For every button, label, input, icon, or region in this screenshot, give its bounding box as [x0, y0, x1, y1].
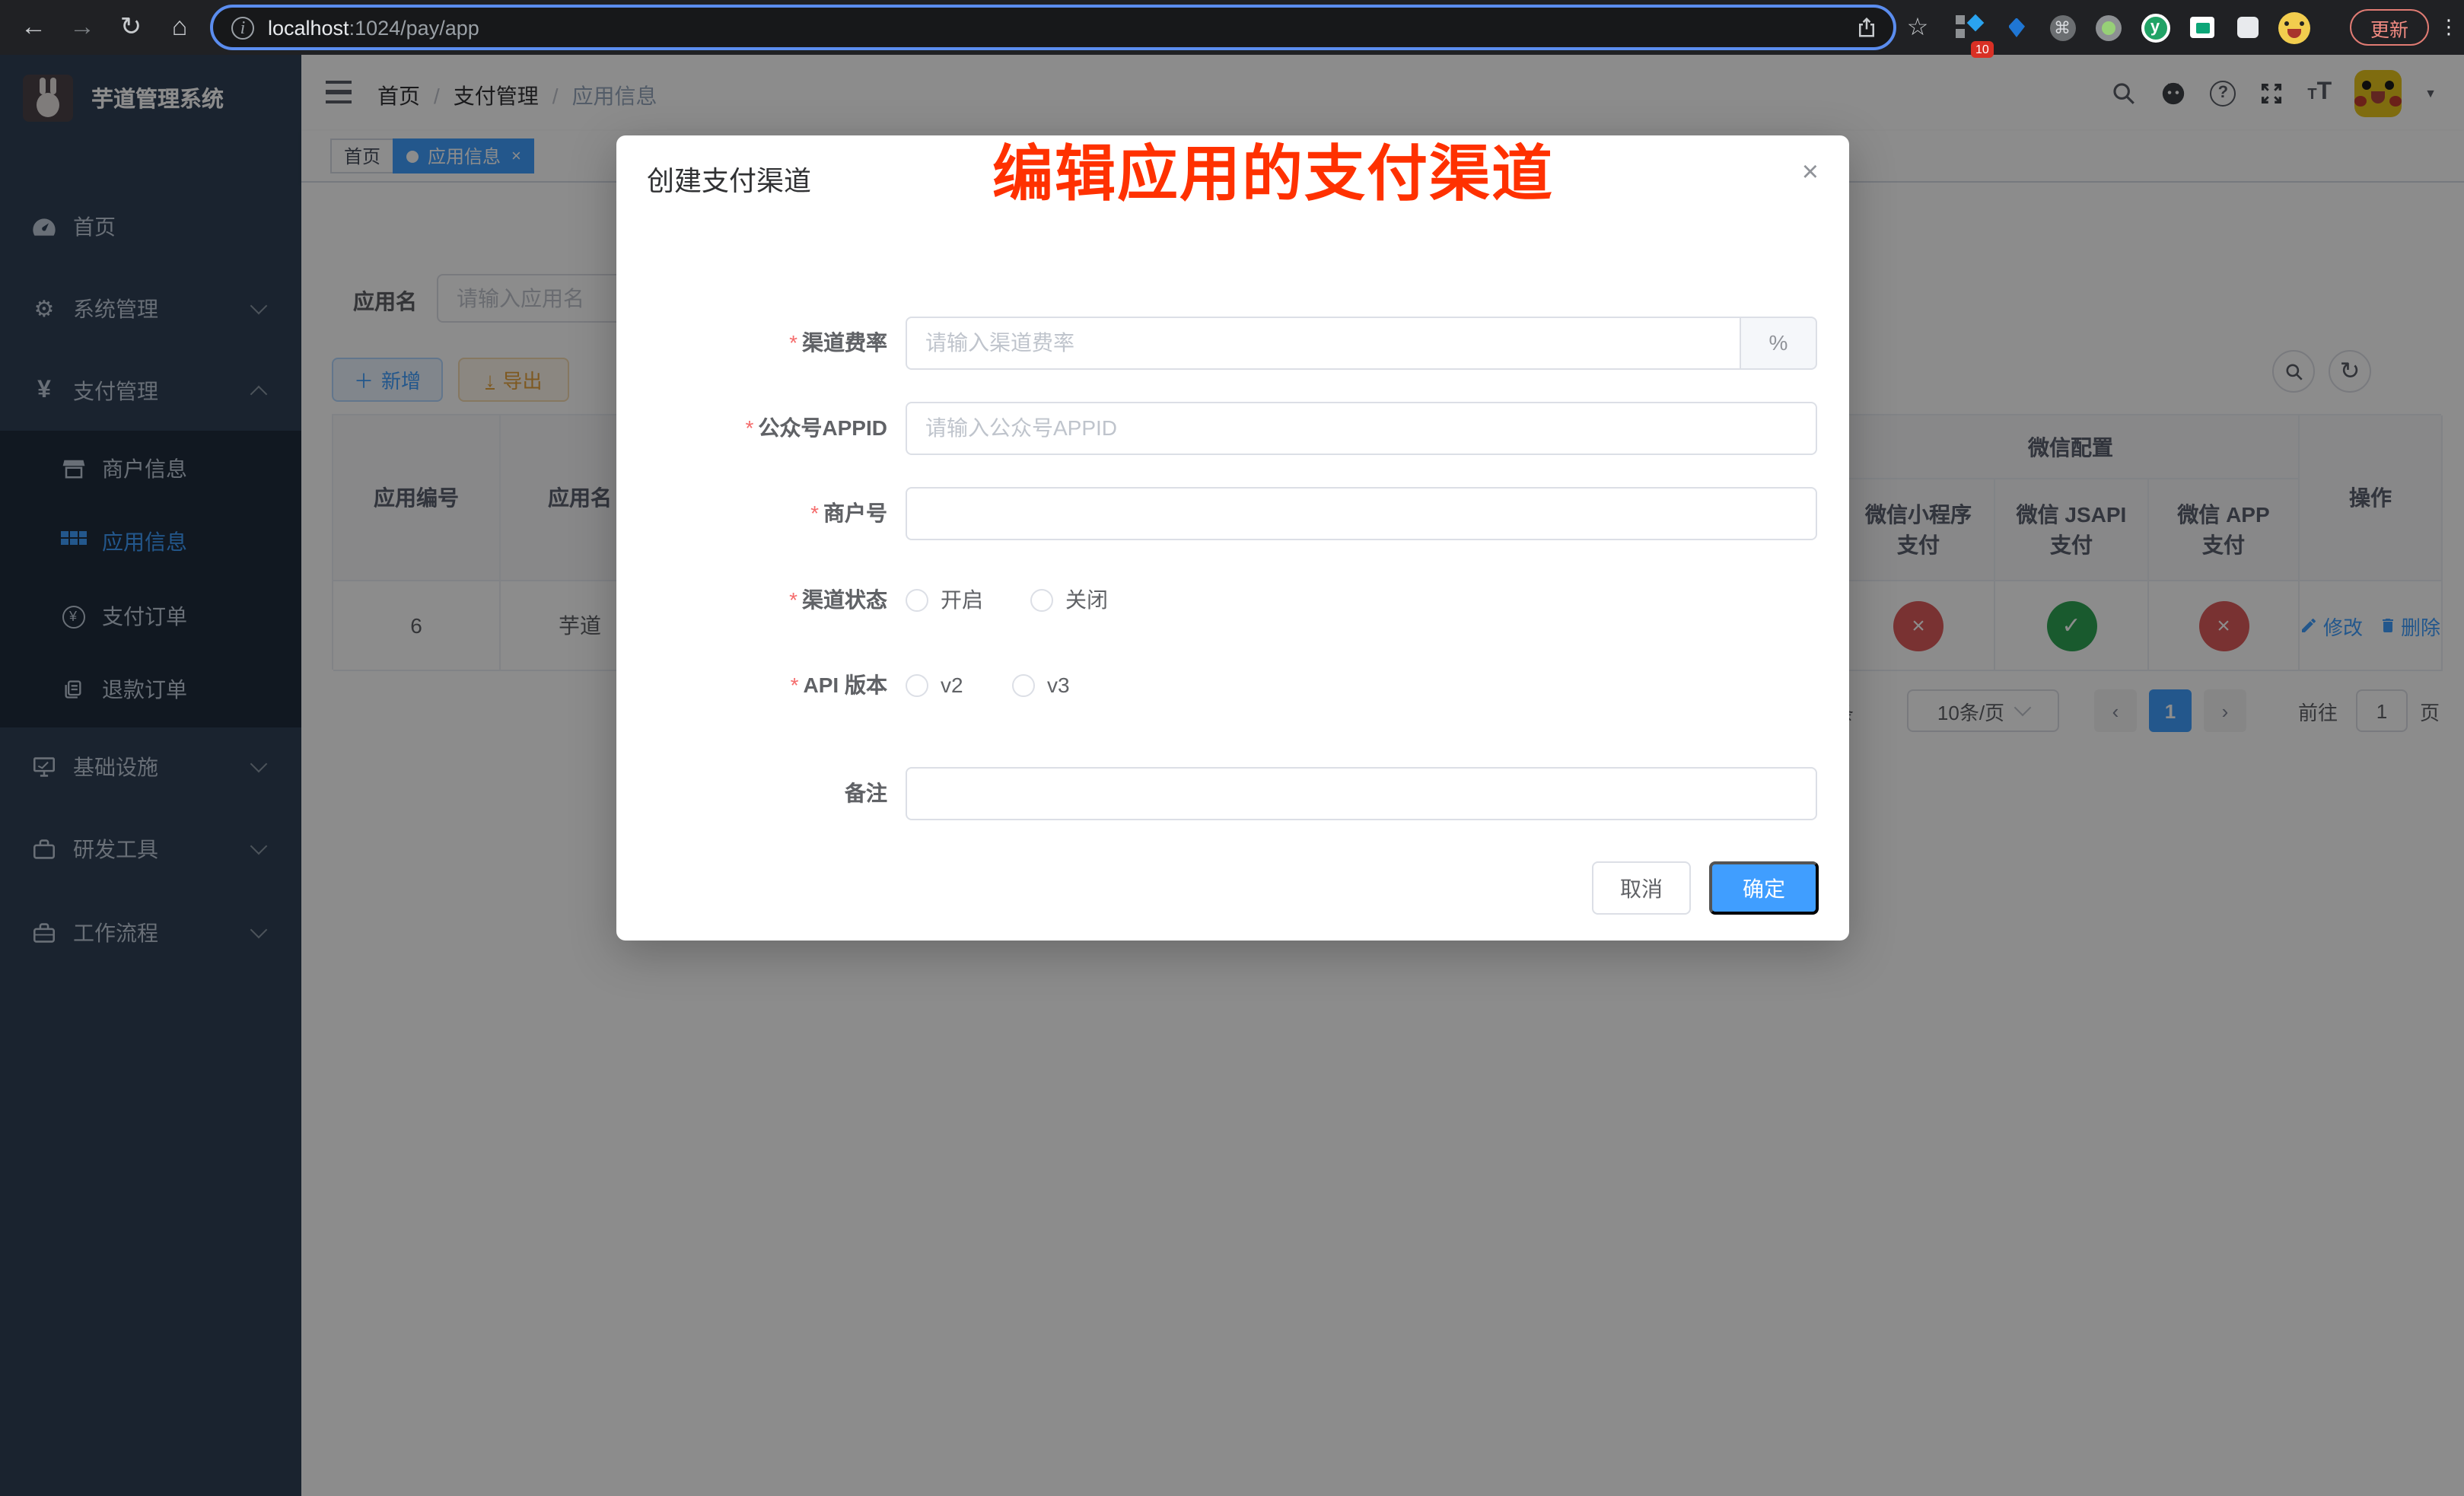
radio-status-on[interactable]: 开启 — [906, 584, 983, 615]
bookmark-star-icon[interactable]: ☆ — [1899, 0, 1936, 55]
rate-label: *渠道费率 — [647, 327, 887, 358]
rate-suffix: % — [1741, 316, 1817, 369]
browser-menu-icon[interactable]: ⋮ — [2438, 0, 2459, 55]
share-icon[interactable] — [1848, 0, 1884, 55]
browser-home-icon[interactable]: ⌂ — [158, 0, 201, 55]
merchant-input[interactable] — [906, 486, 1817, 540]
extension-kite-icon[interactable] — [2000, 0, 2033, 55]
browser-update-button[interactable]: 更新 — [2350, 9, 2429, 46]
browser-forward-icon[interactable]: → — [61, 0, 103, 55]
site-info-icon[interactable]: i — [231, 16, 254, 39]
browser-toolbar: ← → ↻ ⌂ i localhost:1024/pay/app ☆ 10 ⌘ … — [0, 0, 2464, 55]
form-row-remark: 备注 — [616, 766, 1849, 820]
merchant-label: *商户号 — [647, 498, 887, 528]
create-channel-dialog: 创建支付渠道 × *渠道费率 % *公众号APPID *商户号 *渠道状态 开启… — [616, 135, 1849, 941]
remark-label: 备注 — [647, 778, 887, 808]
dialog-close-icon[interactable]: × — [1802, 157, 1819, 190]
radio-api-v2[interactable]: v2 — [906, 673, 963, 697]
profile-avatar[interactable] — [2274, 0, 2313, 55]
confirm-button[interactable]: 确定 — [1709, 861, 1819, 915]
browser-back-icon[interactable]: ← — [12, 0, 55, 55]
extension-puzzle-icon[interactable] — [2231, 0, 2265, 55]
extension-dot-icon[interactable] — [2091, 0, 2125, 55]
extension-badge: 10 — [1971, 41, 1994, 58]
api-label: *API 版本 — [647, 670, 887, 700]
form-row-merchant: *商户号 — [616, 486, 1849, 540]
radio-api-v3[interactable]: v3 — [1012, 673, 1070, 697]
address-bar[interactable]: i localhost:1024/pay/app — [210, 5, 1896, 50]
form-row-status: *渠道状态 开启 关闭 — [616, 573, 1849, 626]
extension-command-icon[interactable]: ⌘ — [2045, 0, 2079, 55]
form-row-api: *API 版本 v2 v3 — [616, 658, 1849, 711]
extension-y-icon[interactable]: y — [2137, 0, 2173, 55]
radio-circle-icon — [906, 588, 928, 611]
radio-circle-icon — [1030, 588, 1053, 611]
dialog-title: 创建支付渠道 — [647, 160, 811, 199]
status-label: *渠道状态 — [647, 584, 887, 615]
url-text: localhost:1024/pay/app — [268, 16, 479, 39]
browser-reload-icon[interactable]: ↻ — [110, 0, 152, 55]
remark-input[interactable] — [906, 766, 1817, 820]
radio-circle-icon — [906, 673, 928, 696]
extension-chat-icon[interactable] — [2185, 0, 2219, 55]
extension-tabs-icon[interactable]: 10 — [1951, 0, 1985, 55]
screen: ← → ↻ ⌂ i localhost:1024/pay/app ☆ 10 ⌘ … — [0, 0, 2464, 1496]
appid-input[interactable] — [906, 401, 1817, 454]
appid-label: *公众号APPID — [647, 412, 887, 443]
app-root: 芋道管理系统 首页 ⚙ 系统管理 ¥ 支付管理 — [0, 55, 2464, 1496]
radio-status-off[interactable]: 关闭 — [1030, 584, 1108, 615]
rate-input[interactable] — [906, 316, 1741, 369]
cancel-button[interactable]: 取消 — [1592, 861, 1691, 915]
radio-circle-icon — [1012, 673, 1035, 696]
form-row-rate: *渠道费率 % — [616, 316, 1849, 369]
form-row-appid: *公众号APPID — [616, 401, 1849, 454]
annotation-text: 编辑应用的支付渠道 — [992, 125, 1554, 213]
